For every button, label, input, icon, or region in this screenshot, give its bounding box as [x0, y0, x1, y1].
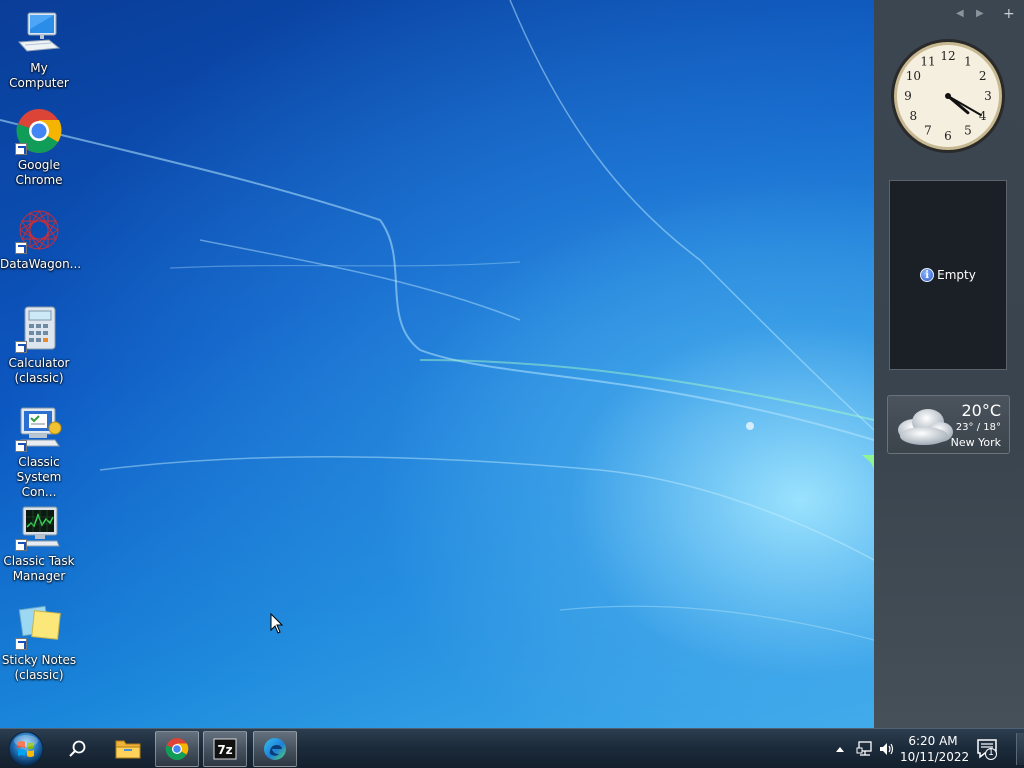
clock-numeral: 1 [964, 54, 972, 68]
clock-numeral: 9 [904, 89, 912, 103]
taskbar-file-explorer-button[interactable] [106, 731, 150, 767]
control-panel-icon [15, 404, 63, 452]
desktop-icon-label: Google Chrome [15, 158, 63, 187]
tray-clock[interactable]: 6:20 AM 10/11/2022 [900, 733, 970, 765]
network-icon[interactable] [856, 740, 874, 758]
mouse-cursor-icon [270, 613, 284, 634]
clock-numeral: 5 [964, 124, 972, 138]
desktop-icon-label: Classic System Con... [16, 455, 62, 499]
analog-clock: 12 12 3 45678 9 1011 [891, 39, 1005, 153]
task-manager-icon [15, 503, 63, 551]
edge-icon [264, 738, 286, 760]
info-icon: i [920, 268, 935, 282]
weather-gadget[interactable]: 20°C 23° / 18° New York [887, 395, 1010, 454]
slideshow-status: i Empty [920, 268, 976, 282]
volume-icon[interactable] [878, 740, 896, 758]
search-icon [69, 740, 86, 757]
clock-numeral: 8 [910, 109, 918, 123]
desktop-icon-label: DataWagon... [0, 257, 82, 271]
desktop-icon-label: Calculator (classic) [8, 356, 70, 385]
desktop-icon-my-computer[interactable]: My Computer [0, 10, 78, 91]
clock-numeral: 10 [906, 69, 921, 83]
taskbar-chrome-button[interactable] [155, 731, 199, 767]
shortcut-arrow-icon [15, 638, 27, 650]
chrome-icon [15, 107, 63, 155]
taskbar-search-button[interactable] [56, 731, 100, 767]
show-desktop-button[interactable] [1016, 733, 1024, 765]
tray-date: 10/11/2022 [900, 750, 970, 764]
desktop-icon-label: Classic Task Manager [3, 554, 75, 583]
desktop-icon-label: Sticky Notes (classic) [1, 653, 77, 682]
clock-numeral: 6 [944, 129, 952, 143]
shortcut-arrow-icon [15, 539, 27, 551]
sidebar-next-button[interactable]: ▶ [976, 8, 984, 19]
weather-city: New York [950, 436, 1001, 449]
svg-text:7z: 7z [217, 743, 232, 757]
desktop-icon-calculator[interactable]: Calculator (classic) [0, 305, 78, 386]
clock-numeral: 2 [979, 69, 987, 83]
7zip-icon: 7z [213, 738, 237, 760]
desktop-icon-datawagon[interactable]: DataWagon... [0, 206, 82, 272]
shortcut-arrow-icon [15, 143, 27, 155]
slideshow-gadget[interactable]: i Empty [889, 180, 1007, 370]
clock-numeral: 3 [984, 89, 992, 103]
clock-numeral: 11 [920, 54, 935, 68]
clock-gadget[interactable]: 12 1 2 3 4 5 6 7 8 9 10 11 [888, 36, 1008, 156]
desktop-icon-sticky-notes[interactable]: Sticky Notes (classic) [0, 602, 78, 683]
desktop[interactable]: My Computer Google Chrome DataWagon... C… [0, 0, 874, 728]
cloudy-icon [898, 409, 953, 445]
clock-numeral: 12 [940, 49, 955, 63]
windows-logo-icon [8, 731, 44, 767]
shortcut-arrow-icon [15, 341, 27, 353]
show-hidden-icons-chevron-icon[interactable] [835, 745, 845, 753]
sticky-notes-icon [15, 602, 63, 650]
file-explorer-icon [115, 740, 141, 759]
action-center-button[interactable]: 1 [975, 737, 999, 761]
weather-temperature: 20°C [961, 401, 1001, 420]
taskbar-edge-button[interactable] [253, 731, 297, 767]
taskbar: 7z 6:20 AM 10/11/2022 1 [0, 728, 1024, 768]
desktop-icon-google-chrome[interactable]: Google Chrome [0, 107, 78, 188]
taskbar-7zip-button[interactable]: 7z [203, 731, 247, 767]
desktop-icon-label: My Computer [9, 61, 69, 90]
start-button[interactable] [6, 730, 46, 768]
desktop-icon-classic-system-control[interactable]: Classic System Con... [0, 404, 78, 500]
sidebar-prev-button[interactable]: ◀ [956, 8, 964, 19]
clock-numeral: 7 [924, 124, 932, 138]
shortcut-arrow-icon [15, 440, 27, 452]
tray-time: 6:20 AM [908, 734, 958, 748]
chrome-icon [165, 738, 189, 760]
sidebar-add-gadget-button[interactable]: + [1003, 6, 1015, 22]
clock-numeral: 4 [979, 109, 987, 123]
notification-count: 1 [988, 748, 994, 758]
weather-range: 23° / 18° [955, 422, 1001, 433]
wallpaper-streaks [0, 0, 874, 641]
computer-icon [15, 10, 63, 58]
slideshow-status-text: Empty [937, 268, 976, 282]
calculator-icon [15, 305, 63, 353]
shortcut-arrow-icon [15, 242, 27, 254]
desktop-icon-classic-task-manager[interactable]: Classic Task Manager [0, 503, 78, 584]
datawagon-icon [15, 206, 63, 254]
